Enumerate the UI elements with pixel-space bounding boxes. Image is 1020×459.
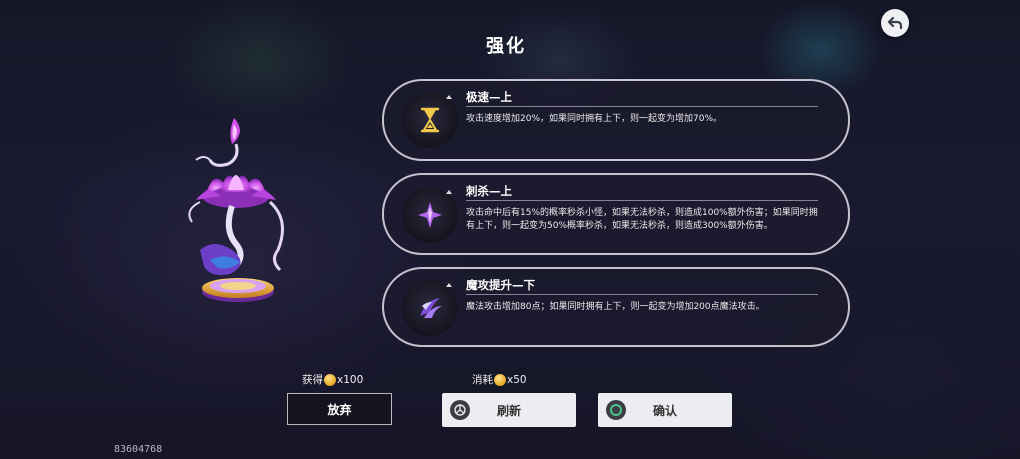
option-name: 极速—上 xyxy=(466,90,512,104)
option-description: 魔法攻击增加80点；如果同时拥有上下，则一起变为增加200点魔法攻击。 xyxy=(466,302,765,312)
option-card-2[interactable]: 刺杀—上 攻击命中后有15%的概率秒杀小怪，如果无法秒杀，则造成100%额外伤害… xyxy=(382,173,850,255)
cost-label: 消耗 xyxy=(472,374,493,386)
cost-amount: x50 xyxy=(507,373,527,386)
reward-info: 获得 x100 xyxy=(302,372,363,387)
option-name: 刺杀—上 xyxy=(466,184,512,198)
back-arrow-icon xyxy=(887,16,903,30)
refresh-label: 刷新 xyxy=(496,404,521,418)
option-card-3[interactable]: 魔攻提升—下 魔法攻击增加80点；如果同时拥有上下，则一起变为增加200点魔法攻… xyxy=(382,267,850,347)
reward-amount: x100 xyxy=(337,373,364,386)
back-button[interactable] xyxy=(881,9,909,37)
lotus-character-figure xyxy=(170,110,300,315)
cost-info: 消耗 x50 xyxy=(472,372,527,387)
magic-claw-icon xyxy=(402,280,458,336)
hourglass-icon xyxy=(402,92,458,148)
coin-icon xyxy=(324,373,336,386)
coin-icon xyxy=(494,373,506,386)
option-card-1[interactable]: 极速—上 攻击速度增加20%，如果同时拥有上下，则一起变为增加70%。 xyxy=(382,79,850,161)
confirm-label: 确认 xyxy=(652,404,677,418)
divider xyxy=(466,294,818,295)
divider xyxy=(466,200,818,201)
confirm-button[interactable]: 确认 xyxy=(598,393,732,427)
refresh-button[interactable]: 刷新 xyxy=(442,393,576,427)
abandon-button[interactable]: 放弃 xyxy=(287,393,392,425)
reward-label: 获得 xyxy=(302,374,323,386)
player-id: 83604768 xyxy=(114,444,163,455)
abandon-label: 放弃 xyxy=(327,402,352,417)
page-title: 强化 xyxy=(486,36,526,57)
option-description: 攻击速度增加20%，如果同时拥有上下，则一起变为增加70%。 xyxy=(466,114,723,124)
dagger-star-icon xyxy=(402,187,458,243)
option-name: 魔攻提升—下 xyxy=(466,278,535,292)
option-description: 攻击命中后有15%的概率秒杀小怪，如果无法秒杀，则造成100%额外伤害；如果同时… xyxy=(466,208,818,231)
divider xyxy=(466,106,818,107)
